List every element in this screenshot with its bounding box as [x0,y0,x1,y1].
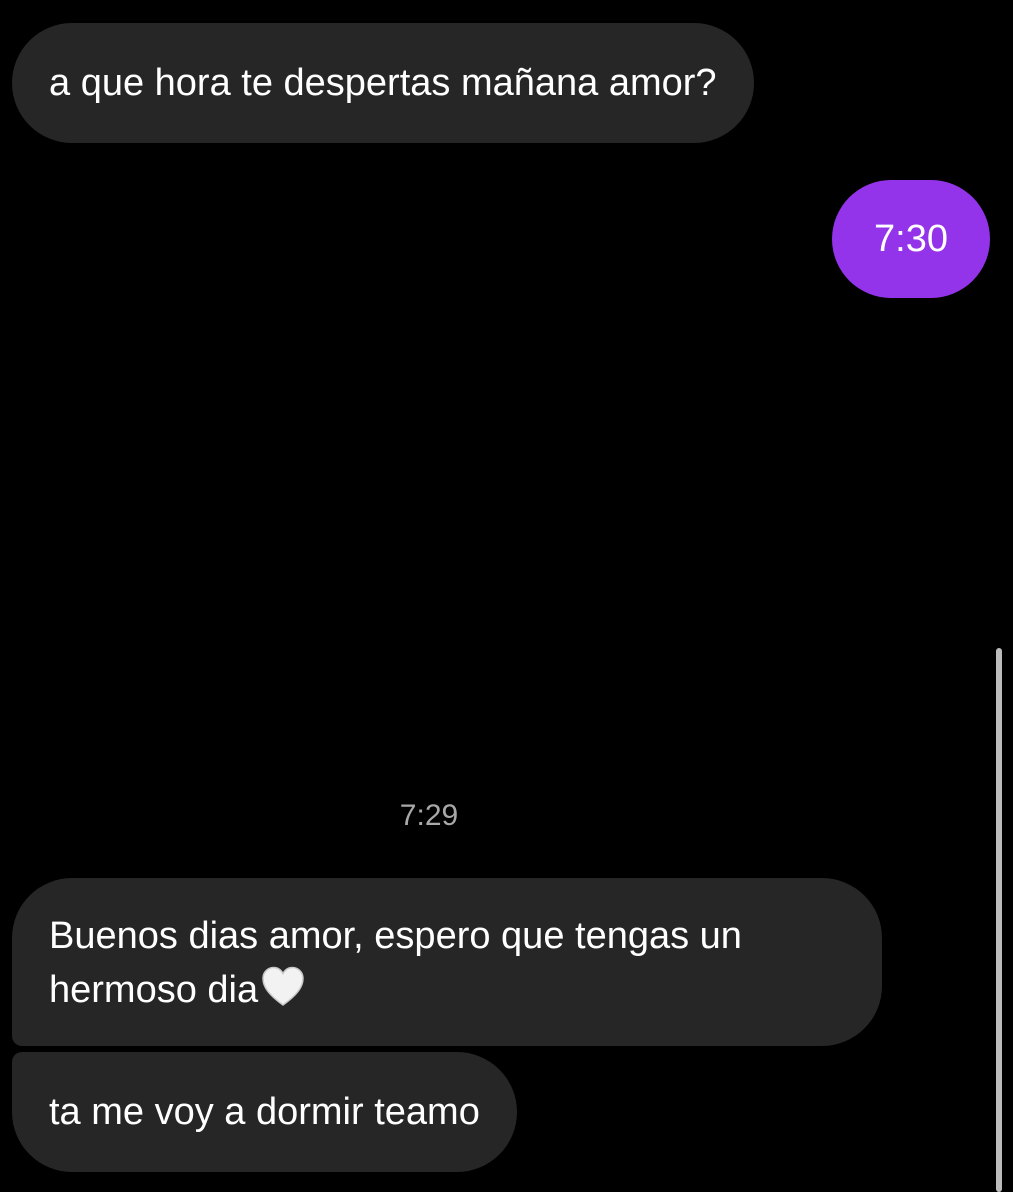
message-text: a que hora te despertas mañana amor? [49,62,717,104]
incoming-message-bubble[interactable]: a que hora te despertas mañana amor? [12,23,754,143]
incoming-message-bubble[interactable]: ta me voy a dormir teamo [12,1052,517,1172]
message-text: 7:30 [874,218,948,260]
message-text-line-2: hermoso dia [49,963,845,1017]
outgoing-message-bubble[interactable]: 7:30 [832,180,990,298]
message-text: ta me voy a dormir teamo [49,1091,480,1133]
message-text: hermoso dia [49,969,259,1011]
incoming-message-bubble[interactable]: Buenos dias amor, espero que tengas un h… [12,878,882,1046]
scrollbar[interactable] [996,648,1002,1192]
white-heart-icon [260,964,306,1010]
chat-screen: a que hora te despertas mañana amor? 7:3… [0,0,1013,1192]
message-timestamp: 7:29 [399,799,459,832]
message-text-line-1: Buenos dias amor, espero que tengas un [49,915,742,957]
